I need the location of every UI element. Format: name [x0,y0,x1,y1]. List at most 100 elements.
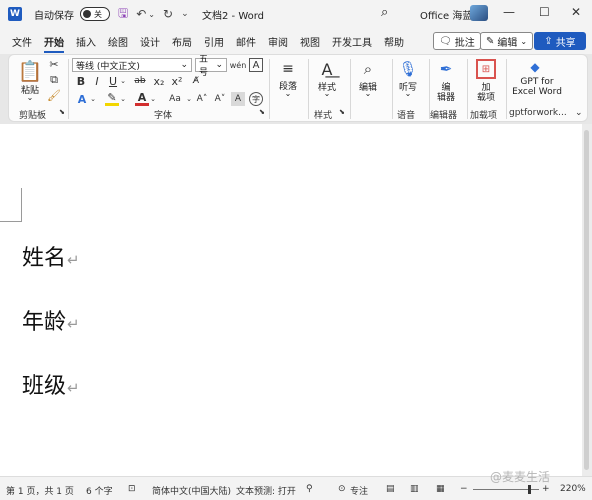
maximize-icon[interactable]: ☐ [539,5,550,19]
share-button[interactable]: ⇪ 共享 [534,32,586,50]
tab-file[interactable]: 文件 [12,34,32,49]
undo-icon[interactable]: ↶ [136,7,146,21]
paragraph-icon[interactable]: ≡ [277,60,299,78]
format-painter-icon[interactable]: 🖌 [47,89,61,102]
scrollbar-thumb[interactable] [584,130,589,470]
zoom-out-icon[interactable]: − [460,484,468,494]
document-line[interactable]: 班级↵ [22,368,80,400]
dictate-chevron-icon[interactable]: ⌄ [403,89,413,98]
print-layout-icon[interactable]: ▥ [410,484,419,494]
addins-button-label-line2[interactable]: 载项 [471,90,501,103]
gpt-button-line1[interactable]: GPT for [509,77,565,87]
accessibility-icon[interactable]: ⚲ [306,484,313,494]
text-prediction-status[interactable]: 文本预测: 打开 [236,484,296,497]
tab-home[interactable]: 开始 [44,34,64,53]
underline-dropdown-icon[interactable]: ⌄ [119,75,127,87]
zoom-in-icon[interactable]: + [542,484,550,494]
text-effects-icon[interactable]: A [75,92,89,106]
highlight-icon[interactable]: ✎ [105,91,119,106]
character-shading-icon[interactable]: A [231,92,245,106]
focus-label[interactable]: 专注 [350,484,368,497]
close-icon[interactable]: ✕ [571,5,581,19]
collapse-ribbon-icon[interactable]: ⌄ [575,108,583,118]
paragraph-chevron-icon[interactable]: ⌄ [283,89,293,98]
superscript-button[interactable]: x² [171,75,183,88]
comment-button[interactable]: 🗨 批注 [433,32,481,50]
find-icon[interactable]: ⌕ [357,59,379,79]
customize-toolbar-icon[interactable]: ⌄ [181,9,189,19]
editing-chevron-icon[interactable]: ⌄ [363,89,373,98]
phonetic-guide-icon[interactable]: wén [230,58,247,72]
tab-insert[interactable]: 插入 [76,34,96,49]
tab-design[interactable]: 设计 [140,34,160,49]
text-effects-dropdown-icon[interactable]: ⌄ [89,92,97,106]
subscript-button[interactable]: x₂ [153,75,165,88]
minimize-icon[interactable]: — [503,5,515,19]
styles-chevron-icon[interactable]: ⌄ [322,89,332,98]
styles-launcher-icon[interactable]: ⬊ [339,108,345,116]
character-border-icon[interactable]: A [249,58,263,72]
document-line[interactable]: 年龄↵ [22,304,80,336]
tab-references[interactable]: 引用 [204,34,224,49]
clipboard-launcher-icon[interactable]: ⬊ [59,108,65,116]
highlight-dropdown-icon[interactable]: ⌄ [119,92,127,106]
italic-button[interactable]: I [91,75,103,88]
paste-icon[interactable]: 📋 [17,59,43,83]
redo-icon[interactable]: ↻ [163,7,173,21]
tab-mailings[interactable]: 邮件 [236,34,256,49]
tab-draw[interactable]: 绘图 [108,34,128,49]
tab-developer[interactable]: 开发工具 [332,34,372,49]
page-count[interactable]: 第 1 页，共 1 页 [6,484,74,497]
font-size-combo[interactable]: 五号 ⌄ [195,55,227,78]
font-launcher-icon[interactable]: ⬊ [259,108,265,116]
underline-button[interactable]: U [107,75,119,88]
editor-pen-icon[interactable]: ✒ [435,59,457,79]
grow-font-icon[interactable]: A˄ [195,92,209,106]
zoom-level[interactable]: 220% [560,484,586,494]
zoom-slider-thumb[interactable] [528,485,531,494]
tab-layout[interactable]: 布局 [172,34,192,49]
addins-grid-icon[interactable]: ⊞ [476,59,496,79]
font-color-dropdown-icon[interactable]: ⌄ [149,92,157,106]
font-name-combo[interactable]: 等线 (中文正文) ⌄ [72,58,192,72]
enclose-characters-icon[interactable]: 字 [249,92,263,106]
proofing-icon[interactable]: ⊡ [128,484,136,494]
document-line[interactable]: 姓名↵ [22,240,80,272]
gpt-addin-icon[interactable]: ◆ [526,59,544,75]
pencil-icon: ✎ [486,35,495,47]
web-layout-icon[interactable]: ▦ [436,484,445,494]
change-case-icon[interactable]: Aa [165,92,185,106]
edit-mode-button[interactable]: ✎ 编辑 ⌄ [480,32,534,50]
read-mode-icon[interactable]: ▤ [386,484,395,494]
focus-icon[interactable]: ⊙ [338,484,346,494]
tab-review[interactable]: 审阅 [268,34,288,49]
copy-icon[interactable]: ⧉ [47,73,61,86]
microphone-icon[interactable]: 🎙 [397,59,419,79]
undo-dropdown-icon[interactable]: ⌄ [148,10,155,19]
editor-button-label-line2[interactable]: 辑器 [431,90,461,103]
cut-icon[interactable]: ✂ [47,58,61,71]
tab-help[interactable]: 帮助 [384,34,404,49]
bold-button[interactable]: B [75,75,87,88]
font-color-icon[interactable]: A [135,91,149,106]
shrink-font-icon[interactable]: A˅ [213,92,227,106]
divider [467,59,468,119]
save-icon[interactable]: 🖫 [118,4,128,25]
clear-formatting-icon[interactable]: A̸ [189,75,203,87]
autosave-toggle[interactable]: 关 [80,7,110,21]
avatar[interactable] [470,5,488,21]
paste-chevron-icon[interactable]: ⌄ [23,93,37,102]
divider [68,59,69,119]
account-name[interactable]: Office 海蓝 [420,7,472,22]
document-page[interactable] [0,124,582,476]
word-count[interactable]: 6 个字 [86,484,113,497]
change-case-dropdown-icon[interactable]: ⌄ [185,92,193,106]
gpt-button-line2[interactable]: Excel Word [509,87,565,97]
tab-view[interactable]: 视图 [300,34,320,49]
ribbon: 📋 粘贴 ⌄ ✂ ⧉ 🖌 剪贴板 ⬊ 等线 (中文正文) ⌄ 五号 ⌄ wén … [8,54,588,122]
language-status[interactable]: 简体中文(中国大陆) [152,484,231,497]
search-icon[interactable]: ⌕ [381,5,388,20]
share-icon: ⇪ [544,35,553,47]
styles-icon[interactable]: A͟ [315,59,339,79]
strikethrough-button[interactable]: ab [132,75,148,87]
